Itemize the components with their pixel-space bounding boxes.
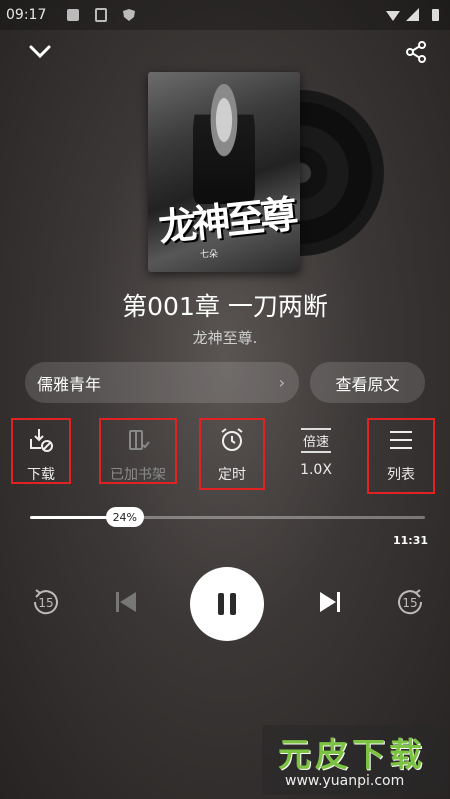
timer-label: 定时	[218, 467, 246, 483]
book-cover: 龙神至尊 七朵	[148, 72, 300, 272]
bookshelf-button[interactable]: 已加书架	[99, 418, 177, 484]
duration-label: 11:31	[392, 534, 428, 547]
speed-value: 1.0X	[300, 462, 332, 478]
view-original-button[interactable]: 查看原文	[310, 362, 425, 403]
status-time: 09:17	[6, 7, 47, 23]
forward-icon: 15	[398, 589, 423, 615]
playlist-button[interactable]: 列表	[367, 418, 435, 494]
rewind-seconds: 15	[38, 596, 53, 610]
wifi-icon	[386, 7, 400, 21]
watermark-url: www.yuanpi.com	[285, 773, 405, 789]
list-label: 列表	[387, 467, 415, 483]
album-art: 龙神至尊 七朵	[148, 72, 384, 272]
status-bar: 09:17	[0, 0, 450, 30]
voice-selector[interactable]: 儒雅青年 ›	[25, 362, 299, 403]
download-button[interactable]: 下载	[11, 418, 71, 484]
voice-label: 儒雅青年	[37, 374, 102, 394]
speed-button[interactable]: 倍速 1.0X	[285, 418, 347, 484]
next-button[interactable]	[308, 580, 352, 624]
cover-title: 龙神至尊	[156, 190, 297, 250]
bookshelf-icon	[129, 430, 150, 450]
alarm-clock-icon	[221, 428, 243, 451]
notification-icon	[94, 7, 108, 22]
forward-seconds: 15	[402, 596, 417, 610]
chevron-down-icon	[29, 45, 51, 59]
progress-thumb[interactable]: 24%	[105, 507, 144, 527]
skip-previous-icon	[116, 592, 136, 612]
share-icon	[406, 41, 426, 63]
skip-next-icon	[320, 592, 340, 612]
shield-icon	[122, 7, 136, 21]
pause-button[interactable]	[190, 567, 264, 641]
forward-15-button[interactable]: 15	[388, 580, 432, 624]
notification-icon	[66, 7, 80, 21]
rewind-15-button[interactable]: 15	[24, 580, 68, 624]
book-name[interactable]: 龙神至尊.	[0, 327, 450, 348]
rewind-icon: 15	[33, 589, 58, 615]
download-label: 下载	[27, 467, 55, 483]
chevron-right-icon: ›	[278, 373, 285, 392]
pause-icon	[218, 593, 236, 615]
collapse-button[interactable]	[24, 36, 56, 68]
signal-icon	[406, 7, 420, 21]
progress-bar[interactable]	[30, 516, 425, 519]
share-button[interactable]	[400, 36, 432, 68]
list-icon	[390, 431, 412, 449]
speed-icon-label: 倍速	[301, 428, 331, 453]
watermark-logo: 元皮下载	[278, 735, 426, 774]
cover-illustration	[193, 84, 255, 204]
battery-icon	[428, 7, 442, 21]
download-icon	[30, 429, 53, 452]
previous-button[interactable]	[104, 580, 148, 624]
timer-button[interactable]: 定时	[199, 418, 265, 490]
chapter-title: 第001章 一刀两断	[122, 292, 328, 321]
cover-author: 七朵	[200, 250, 219, 260]
bookshelf-label: 已加书架	[110, 467, 166, 483]
